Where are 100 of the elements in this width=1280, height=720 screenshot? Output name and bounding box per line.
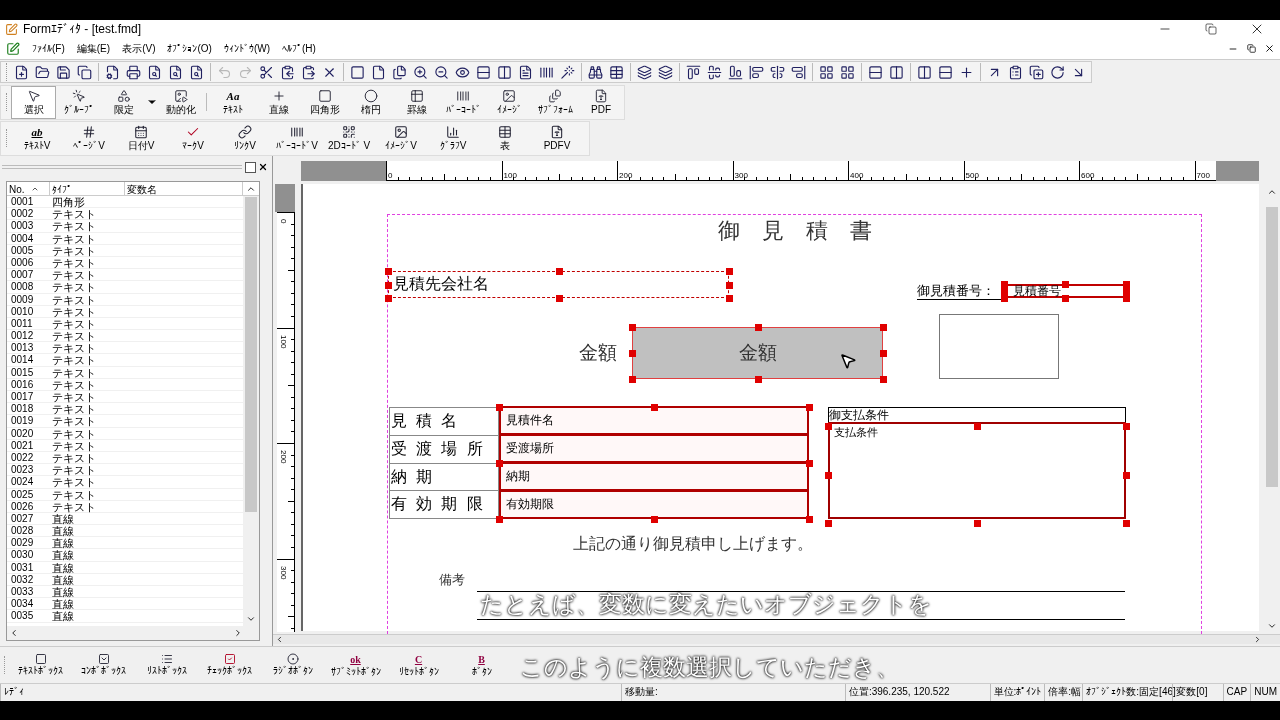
menu-item[interactable]: ｵﾌﾟｼｮﾝ(O)	[161, 41, 218, 56]
selection-handle[interactable]	[806, 404, 813, 411]
menu-item[interactable]: ｳｨﾝﾄﾞｳ(W)	[217, 41, 277, 56]
close-button[interactable]	[257, 161, 268, 173]
tool-button[interactable]: 動的化	[158, 85, 203, 119]
tool-button[interactable]: ｲﾒｰｼﾞ	[486, 85, 532, 119]
selection-handle[interactable]	[1123, 520, 1130, 527]
float-button[interactable]	[245, 161, 256, 173]
menu-item[interactable]: 表示(V)	[116, 41, 162, 56]
tool-button[interactable]: ｸﾞﾙｰﾌﾟ	[56, 85, 101, 119]
table-value-field[interactable]: 有効期限	[499, 490, 809, 519]
scroll-down-icon[interactable]	[246, 614, 256, 624]
scroll-right-icon[interactable]	[233, 628, 243, 638]
tool-button[interactable]: ﾍﾟｰｼﾞV	[63, 121, 115, 155]
column-header[interactable]: 変数名	[125, 182, 243, 196]
selection-handle[interactable]	[806, 460, 813, 467]
tool-button[interactable]: ｻﾌﾞﾌｫｰﾑ	[532, 85, 578, 119]
tool-button[interactable]: ﾁｪｯｸﾎﾞｯｸｽ	[198, 649, 261, 681]
tool-button[interactable]: B ﾎﾞﾀﾝ	[450, 649, 513, 681]
tool-button[interactable]: ｲﾒｰｼﾞV	[375, 121, 427, 155]
selection-handle[interactable]	[825, 423, 832, 430]
selection-handle[interactable]	[754, 324, 762, 331]
selection-handle[interactable]	[974, 520, 981, 527]
selection-handle[interactable]	[880, 324, 887, 331]
tool-button[interactable]: ﾏｰｸV	[167, 121, 219, 155]
tool-button[interactable]: ﾗｼﾞｵﾎﾞﾀﾝ	[261, 649, 324, 681]
tool-button[interactable]: ok ｻﾌﾞﾐｯﾄﾎﾞﾀﾝ	[324, 649, 387, 681]
tool-button[interactable]: ﾘｽﾄﾎﾞｯｸｽ	[135, 649, 198, 681]
selection-handle[interactable]	[880, 350, 887, 357]
table-cell-text: 0003	[10, 220, 35, 232]
selection-handle[interactable]	[806, 516, 813, 523]
rectangle-object[interactable]	[939, 314, 1059, 379]
scrollbar-thumb[interactable]	[245, 197, 257, 512]
table-cell-text: テキスト	[52, 366, 97, 378]
column-header[interactable]: ﾀｲﾌﾟ	[50, 182, 125, 196]
tool-button[interactable]: 2Dｺｰﾄﾞ V	[323, 121, 375, 155]
menu-item[interactable]: 編集(E)	[70, 41, 117, 56]
tool-button[interactable]: PDFV	[531, 121, 583, 155]
selection-handle[interactable]	[651, 404, 658, 411]
tool-button[interactable]: 選択	[11, 85, 56, 119]
status-text: 単位:ﾎﾟｲﾝﾄ	[989, 684, 1045, 701]
tool-button[interactable]: ｺﾝﾎﾞﾎﾞｯｸｽ	[72, 649, 135, 681]
tool-button[interactable]: 限定	[101, 85, 146, 119]
scroll-left-icon[interactable]	[275, 635, 284, 644]
pdf-icon	[594, 88, 608, 103]
table-cell-text: 直線	[52, 525, 75, 537]
table-cell-text: 0034	[10, 598, 35, 610]
table-cell-text: 0018	[10, 403, 35, 415]
tool-button[interactable]: ﾊﾞｰｺｰﾄﾞ	[440, 85, 486, 119]
tool-button[interactable]: ﾊﾞｰｺｰﾄﾞV	[271, 121, 323, 155]
selection-handle[interactable]	[555, 268, 563, 275]
tool-button[interactable]: 罫線	[394, 85, 440, 119]
selection-handle[interactable]	[825, 520, 832, 527]
scroll-left-icon[interactable]	[9, 628, 19, 638]
submit-icon: ok	[350, 652, 361, 666]
selection-handle[interactable]	[629, 376, 636, 383]
tool-button[interactable]: ｸﾞﾗﾌV	[427, 121, 479, 155]
table-cell-text: 0010	[10, 305, 35, 317]
selection-handle[interactable]	[1123, 471, 1130, 479]
selection-handle[interactable]	[754, 376, 762, 383]
grid-icon	[410, 88, 424, 103]
tool-button[interactable]: 楕円	[348, 85, 394, 119]
selection-handle[interactable]	[555, 295, 563, 302]
tool-button[interactable]: C ﾘｾｯﾄﾎﾞﾀﾝ	[387, 649, 450, 681]
caption-text: たとえば、変数に変えたいオブジェクトを	[480, 592, 932, 617]
tool-button[interactable]: ﾘﾝｸV	[219, 121, 271, 155]
table-value-field[interactable]: 納期	[499, 462, 809, 491]
scroll-down-icon[interactable]	[1267, 621, 1277, 631]
tool-button[interactable]: 直線	[256, 85, 302, 119]
selection-handle[interactable]	[629, 350, 636, 357]
table-cell-text: テキスト	[52, 293, 97, 305]
selection-handle[interactable]	[1123, 423, 1130, 430]
tool-button[interactable]: 日付V	[115, 121, 167, 155]
tool-button[interactable]: PDF	[578, 85, 624, 119]
selection-handle[interactable]	[880, 376, 887, 383]
tool-button[interactable]: ﾃｷｽﾄﾎﾞｯｸｽ	[9, 649, 72, 681]
barcode-icon	[290, 124, 304, 139]
selection-handle[interactable]	[629, 324, 636, 331]
selection-handle[interactable]	[496, 460, 503, 467]
selection-handle[interactable]	[651, 516, 658, 523]
payment-header-text: 御支払条件	[828, 407, 1126, 422]
tool-button[interactable]: 四角形	[302, 85, 348, 119]
table-cell-text: 0024	[10, 476, 35, 488]
menu-item[interactable]: ﾌｧｲﾙ(F)	[26, 41, 71, 56]
selection-handle[interactable]	[825, 471, 832, 479]
column-header[interactable]: No.	[7, 182, 50, 196]
scroll-up-icon[interactable]	[1267, 187, 1277, 197]
tool-button[interactable]: 表	[479, 121, 531, 155]
ruler-label: 500	[965, 171, 979, 180]
scrollbar-thumb[interactable]	[1266, 207, 1278, 487]
tool-button[interactable]: ab ﾃｷｽﾄV	[11, 121, 63, 155]
status-text: 倍率:幅	[1044, 684, 1083, 701]
table-value-field[interactable]: 受渡場所	[499, 434, 809, 463]
tool-button[interactable]: Aa ﾃｷｽﾄ	[210, 85, 256, 119]
scroll-right-icon[interactable]	[1253, 635, 1262, 644]
selection-handle[interactable]	[974, 423, 981, 430]
menu-item[interactable]: ﾍﾙﾌﾟ(H)	[276, 41, 322, 56]
selection-handle[interactable]	[496, 516, 503, 523]
selection-handle[interactable]	[496, 404, 503, 411]
table-cell-text: テキスト	[52, 256, 97, 269]
